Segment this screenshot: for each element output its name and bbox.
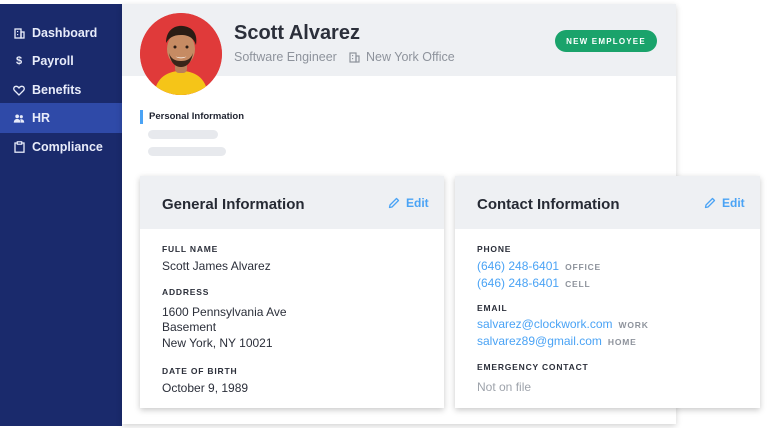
dob-label: DATE OF BIRTH bbox=[162, 366, 238, 376]
email-label: EMAIL bbox=[477, 303, 508, 313]
pencil-icon bbox=[704, 197, 716, 209]
sidebar-item-label: Benefits bbox=[32, 83, 82, 97]
address-line-3: New York, NY 10021 bbox=[162, 336, 273, 350]
card-title: Contact Information bbox=[477, 196, 620, 213]
building-icon bbox=[13, 27, 25, 39]
phone-row: (646) 248-6401 OFFICE bbox=[477, 259, 601, 273]
sidebar-item-label: Compliance bbox=[32, 140, 103, 154]
people-icon bbox=[13, 112, 25, 124]
email-row: salvarez@clockwork.com WORK bbox=[477, 317, 649, 331]
phone-link[interactable]: (646) 248-6401 bbox=[477, 259, 559, 273]
skeleton-placeholder bbox=[148, 147, 226, 156]
contact-information-card: Contact Information Edit PHONE (646) 248… bbox=[455, 176, 760, 408]
emergency-contact-label: EMERGENCY CONTACT bbox=[477, 362, 589, 372]
sidebar-item-compliance[interactable]: Compliance bbox=[0, 132, 122, 162]
email-link[interactable]: salvarez89@gmail.com bbox=[477, 334, 602, 348]
edit-label: Edit bbox=[722, 196, 745, 210]
section-tab-personal-information[interactable]: Personal Information bbox=[140, 110, 244, 124]
card-title: General Information bbox=[162, 196, 305, 213]
avatar[interactable] bbox=[140, 13, 222, 95]
sidebar-item-label: Dashboard bbox=[32, 26, 98, 40]
phone-link[interactable]: (646) 248-6401 bbox=[477, 276, 559, 290]
employee-office: New York Office bbox=[349, 50, 455, 64]
status-badge: NEW EMPLOYEE bbox=[555, 30, 657, 52]
edit-contact-button[interactable]: Edit bbox=[704, 196, 745, 210]
sidebar-item-hr[interactable]: HR bbox=[0, 103, 122, 133]
skeleton-placeholder bbox=[148, 130, 218, 139]
email-row: salvarez89@gmail.com HOME bbox=[477, 334, 637, 348]
sidebar: Dashboard $ Payroll Benefits HR Complian… bbox=[0, 4, 122, 426]
building-icon bbox=[349, 51, 360, 63]
email-tag: WORK bbox=[618, 320, 649, 330]
employee-name: Scott Alvarez bbox=[234, 22, 360, 44]
sidebar-item-label: HR bbox=[32, 111, 51, 125]
phone-label: PHONE bbox=[477, 244, 512, 254]
email-link[interactable]: salvarez@clockwork.com bbox=[477, 317, 613, 331]
sidebar-item-label: Payroll bbox=[32, 54, 74, 68]
employee-office-label: New York Office bbox=[366, 50, 455, 64]
dollar-icon: $ bbox=[15, 55, 23, 67]
full-name-label: FULL NAME bbox=[162, 244, 219, 254]
sidebar-item-benefits[interactable]: Benefits bbox=[0, 75, 122, 105]
edit-general-button[interactable]: Edit bbox=[388, 196, 429, 210]
sidebar-item-payroll[interactable]: $ Payroll bbox=[0, 46, 122, 76]
phone-row: (646) 248-6401 CELL bbox=[477, 276, 590, 290]
dob-value: October 9, 1989 bbox=[162, 381, 249, 395]
sidebar-item-dashboard[interactable]: Dashboard bbox=[0, 18, 122, 48]
edit-label: Edit bbox=[406, 196, 429, 210]
pencil-icon bbox=[388, 197, 400, 209]
address-label: ADDRESS bbox=[162, 287, 210, 297]
clipboard-icon bbox=[13, 141, 25, 153]
phone-tag: CELL bbox=[565, 279, 591, 289]
address-line-2: Basement bbox=[162, 320, 217, 334]
stage: Dashboard $ Payroll Benefits HR Complian… bbox=[0, 0, 768, 428]
general-information-card: General Information Edit FULL NAME Scott… bbox=[140, 176, 444, 408]
emergency-contact-value: Not on file bbox=[477, 380, 532, 394]
phone-tag: OFFICE bbox=[565, 262, 602, 272]
email-tag: HOME bbox=[607, 337, 637, 347]
employee-role: Software Engineer bbox=[234, 50, 337, 64]
address-line-1: 1600 Pennsylvania Ave bbox=[162, 305, 287, 319]
full-name-value: Scott James Alvarez bbox=[162, 259, 271, 273]
heart-icon bbox=[13, 84, 25, 96]
